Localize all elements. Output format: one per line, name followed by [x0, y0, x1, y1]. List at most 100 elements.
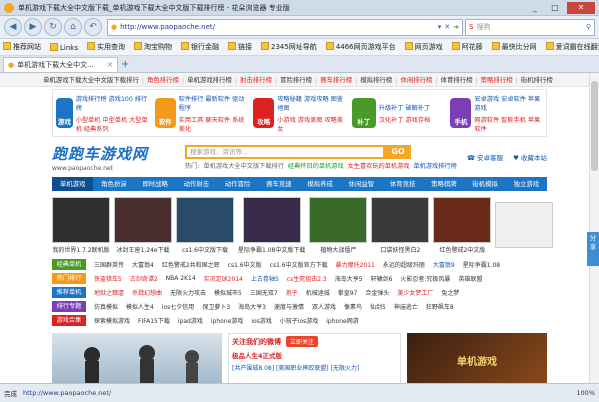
- banner-headline[interactable]: 极品人生4正式版: [232, 350, 397, 360]
- favorite-label[interactable]: 链接: [238, 43, 252, 51]
- refresh-icon[interactable]: ↻: [44, 18, 62, 36]
- ranking-item[interactable]: 双人游戏: [308, 302, 340, 311]
- nav-tab[interactable]: 即时战略: [135, 177, 176, 191]
- game-thumbnail[interactable]: [309, 197, 368, 243]
- game-name[interactable]: 口袋妖怪黑白2: [380, 245, 420, 254]
- ranking-item[interactable]: 神庙逃亡: [390, 302, 422, 311]
- category-links-secondary[interactable]: 网游软件 智能手机 苹果软件: [474, 115, 543, 133]
- favorite-link[interactable]: 阿花藤: [451, 42, 483, 52]
- nav-tab[interactable]: 动作射击: [176, 177, 217, 191]
- favorite-link[interactable]: 爱词霸在线翻译: [545, 42, 599, 52]
- game-thumbnail[interactable]: [371, 197, 430, 243]
- go-arrow-icon[interactable]: ➜: [453, 23, 459, 31]
- ranking-item[interactable]: 孢子: [282, 288, 302, 297]
- category-icon[interactable]: 攻略: [253, 98, 275, 128]
- share-tab[interactable]: 分享: [587, 232, 599, 266]
- minimize-button[interactable]: _: [525, 2, 545, 14]
- status-zoom[interactable]: 100%: [576, 389, 595, 397]
- favorite-link[interactable]: 4466网页游戏平台: [325, 42, 396, 52]
- ranking-link[interactable]: 策略排行榜: [478, 75, 516, 84]
- ranking-item[interactable]: iphone网游: [322, 316, 362, 325]
- ranking-item[interactable]: ios游戏: [247, 316, 275, 325]
- category-icon[interactable]: 软件: [154, 98, 176, 128]
- hot-search-link[interactable]: 经典怀旧的单机游戏: [288, 163, 344, 170]
- game-card[interactable]: 星际争霸1.08中文版下载: [238, 197, 305, 254]
- nav-tab[interactable]: 角色扮演: [93, 177, 134, 191]
- ranking-item[interactable]: FIFA15下载: [134, 316, 174, 325]
- ranking-tag[interactable]: 推荐单机: [52, 287, 86, 298]
- ranking-item[interactable]: cs1.6中文版: [224, 260, 266, 269]
- ranking-link[interactable]: 赛车排行榜: [317, 75, 355, 84]
- ranking-item[interactable]: iphone游戏: [207, 316, 247, 325]
- favorite-label[interactable]: 2345网址导航: [271, 43, 317, 51]
- ranking-item[interactable]: cs生死狙击2.3: [283, 274, 331, 283]
- favorite-link[interactable]: 最快比分网: [491, 42, 537, 52]
- nav-tab[interactable]: 单机游戏: [52, 177, 94, 191]
- ranking-item[interactable]: 红色警戒2共和国之辉: [158, 260, 224, 269]
- ranking-item[interactable]: 小孩子ios游戏: [276, 316, 322, 325]
- ranking-link[interactable]: 单机游戏下载大全中文版下载排行: [40, 75, 142, 84]
- close-button[interactable]: ✕: [567, 1, 595, 14]
- address-url[interactable]: http://www.paopaoche.net/: [120, 23, 435, 31]
- stop-icon[interactable]: ✕: [444, 23, 450, 31]
- follow-button[interactable]: 立即关注: [286, 336, 319, 347]
- ranking-link[interactable]: 体育排行榜: [438, 75, 476, 84]
- ranking-tag[interactable]: 经典单机: [52, 259, 86, 270]
- ranking-item[interactable]: 地狱之肆虐: [90, 288, 128, 297]
- favorite-label[interactable]: Links: [60, 44, 78, 52]
- maximize-button[interactable]: □: [545, 2, 565, 14]
- nav-tab[interactable]: 模拟养成: [300, 177, 341, 191]
- ranking-item[interactable]: 仙剑5: [366, 302, 390, 311]
- game-card[interactable]: 植物大战僵尸: [309, 197, 368, 254]
- ranking-item[interactable]: ipad游戏: [174, 316, 207, 325]
- category-icon[interactable]: 手机: [450, 98, 472, 128]
- ranking-item[interactable]: NBA 2K14: [162, 275, 200, 282]
- search-icon[interactable]: ⚲: [586, 23, 591, 31]
- ranking-tag[interactable]: 游戏合集: [52, 315, 86, 326]
- ranking-link[interactable]: 街机排行榜: [518, 75, 556, 84]
- game-thumbnail[interactable]: [176, 197, 234, 243]
- ranking-item[interactable]: 像素鸟: [340, 302, 366, 311]
- ranking-item[interactable]: 杀戮幻想曲: [128, 288, 166, 297]
- game-card[interactable]: [495, 201, 554, 250]
- site-search-go-button[interactable]: GO: [385, 144, 411, 159]
- ranking-item[interactable]: 探索模拟游戏: [90, 316, 134, 325]
- favorite-label[interactable]: 淘宝购物: [144, 43, 172, 51]
- hot-search-link[interactable]: 女生喜欢玩的单机游戏: [348, 163, 410, 170]
- dropdown-icon[interactable]: ▾: [438, 23, 442, 31]
- favorite-label[interactable]: 实用查询: [97, 43, 125, 51]
- ranking-item[interactable]: 上古卷轴5: [247, 274, 283, 283]
- favorite-link[interactable]: 2345网址导航: [260, 42, 317, 52]
- favorite-label[interactable]: 最快比分网: [502, 43, 537, 51]
- favorite-link[interactable]: 实用查询: [86, 42, 125, 52]
- favorite-link[interactable]: 链接: [227, 42, 252, 52]
- promo-banner-right[interactable]: 单机游戏: [407, 333, 547, 383]
- game-thumbnail[interactable]: [433, 197, 492, 243]
- category-links-secondary[interactable]: 实用工具 聊天软件 系统美化: [179, 115, 248, 133]
- search-box[interactable]: S 搜狗 ⚲: [465, 18, 595, 36]
- category-links-secondary[interactable]: 小游戏 游戏美图 攻略美女: [277, 115, 346, 133]
- site-search-input[interactable]: 搜索游戏、资讯等...: [185, 144, 385, 159]
- ranking-item[interactable]: 英雄联盟: [454, 274, 486, 283]
- logo-text[interactable]: 跑跑车游戏网: [52, 143, 167, 164]
- category-links-secondary[interactable]: 汉化补丁 游戏存档: [379, 115, 430, 124]
- bookmark-site-link[interactable]: ♥ 收藏本站: [513, 152, 547, 162]
- ranking-link[interactable]: 单机游戏排行榜: [184, 75, 235, 84]
- ranking-item[interactable]: 火影忍者:究极风暴: [396, 274, 454, 283]
- category-links-primary[interactable]: 攻略秘籍 游戏攻略 图鉴地图: [277, 94, 346, 112]
- tab-close-icon[interactable]: ✕: [107, 61, 113, 69]
- game-card[interactable]: 我的世界1.7.2联机版: [52, 197, 110, 254]
- ranking-item[interactable]: 机械迷城: [302, 288, 334, 297]
- ranking-item[interactable]: 保卫萝卜3: [198, 302, 234, 311]
- ranking-item[interactable]: 侠盗猎车5: [90, 274, 126, 283]
- game-card[interactable]: cs1.6中文版下载: [176, 197, 234, 254]
- favorite-link[interactable]: Links: [50, 42, 78, 52]
- nav-tab[interactable]: 休闲益智: [341, 177, 382, 191]
- hot-search-link[interactable]: 单机游戏大全中文版下载排行: [203, 163, 283, 170]
- game-card[interactable]: 红色警戒2中文版: [433, 197, 492, 254]
- tab-current[interactable]: ● 单机游戏下载大全中文... ✕: [3, 57, 118, 72]
- category-icon[interactable]: 游戏: [56, 98, 73, 128]
- ranking-item[interactable]: 海岛大亨3: [234, 302, 270, 311]
- game-name[interactable]: 红色警戒2中文版: [439, 245, 485, 254]
- ranking-item[interactable]: 古剑奇谭2: [126, 274, 162, 283]
